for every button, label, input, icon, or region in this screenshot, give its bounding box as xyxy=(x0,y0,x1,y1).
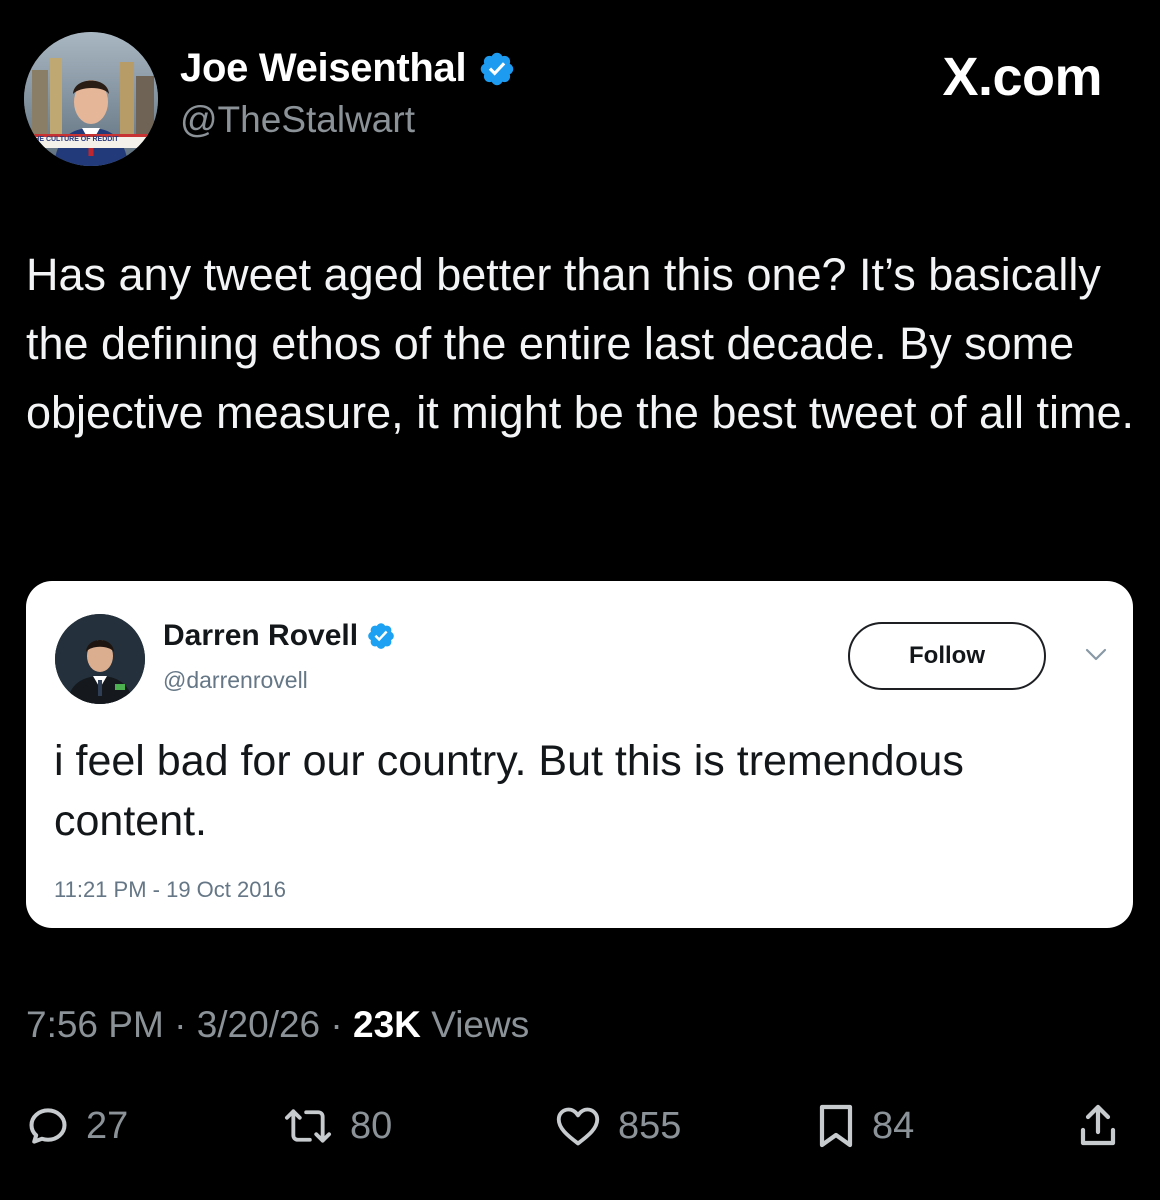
reply-icon xyxy=(26,1104,70,1148)
meta-separator: · xyxy=(174,1004,197,1045)
quoted-author-name-row[interactable]: Darren Rovell xyxy=(163,619,396,653)
tweet-header: THE CULTURE OF REDDIT Joe Weisenthal @Th… xyxy=(24,32,1136,166)
author-name-row[interactable]: Joe Weisenthal xyxy=(180,46,516,91)
like-button[interactable]: 855 xyxy=(554,1096,681,1156)
quoted-tweet-card[interactable]: Darren Rovell @darrenrovell Follow i fee… xyxy=(26,581,1133,928)
avatar-caption: THE CULTURE OF REDDIT xyxy=(30,136,119,143)
verified-badge-icon xyxy=(366,621,396,651)
bookmark-button[interactable]: 84 xyxy=(816,1096,914,1156)
reply-count: 27 xyxy=(86,1104,129,1147)
verified-badge-icon xyxy=(478,50,516,88)
repost-count: 80 xyxy=(350,1104,393,1147)
quoted-author-name[interactable]: Darren Rovell xyxy=(163,619,358,653)
quoted-tweet-text: i feel bad for our country. But this is … xyxy=(54,737,964,845)
reply-button[interactable]: 27 xyxy=(26,1096,128,1156)
action-bar: 27 80 855 84 xyxy=(26,1096,1136,1156)
repost-button[interactable]: 80 xyxy=(282,1096,392,1156)
views-count: 23K xyxy=(353,1004,421,1045)
author-avatar[interactable]: THE CULTURE OF REDDIT xyxy=(24,32,158,166)
quoted-author-avatar[interactable] xyxy=(55,614,145,704)
share-button[interactable] xyxy=(1078,1096,1118,1156)
heart-icon xyxy=(554,1104,602,1148)
quoted-author-handle[interactable]: @darrenrovell xyxy=(163,667,308,694)
bookmark-icon xyxy=(816,1102,856,1150)
tweet-text: Has any tweet aged better than this one?… xyxy=(26,249,1135,438)
site-watermark: X.com xyxy=(942,47,1102,107)
follow-button[interactable]: Follow xyxy=(848,622,1046,690)
meta-separator: · xyxy=(330,1004,354,1045)
quoted-tweet-timestamp[interactable]: 11:21 PM - 19 Oct 2016 xyxy=(54,877,286,903)
like-count: 855 xyxy=(618,1104,682,1147)
author-handle[interactable]: @TheStalwart xyxy=(180,99,516,141)
author-name[interactable]: Joe Weisenthal xyxy=(180,46,467,91)
tweet-date[interactable]: 3/20/26 xyxy=(197,1004,320,1045)
author-block: Joe Weisenthal @TheStalwart xyxy=(180,46,516,141)
tweet-meta: 7:56 PM · 3/20/26 · 23K Views xyxy=(26,1004,529,1046)
repost-icon xyxy=(282,1104,334,1148)
views-label: Views xyxy=(431,1004,530,1045)
chevron-down-icon[interactable] xyxy=(1084,647,1108,663)
bookmark-count: 84 xyxy=(872,1104,915,1147)
tweet-time[interactable]: 7:56 PM xyxy=(26,1004,164,1045)
share-icon xyxy=(1078,1102,1118,1150)
